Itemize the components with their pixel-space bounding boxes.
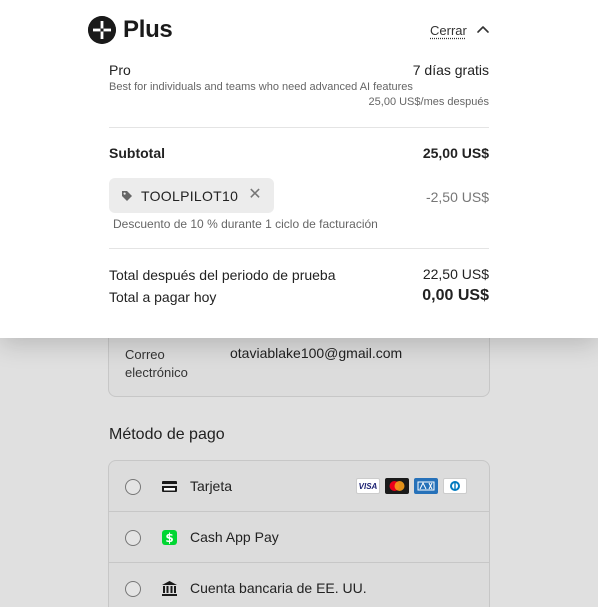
email-value: otaviablake100@gmail.com (230, 345, 403, 361)
plan-name: Pro (109, 62, 131, 78)
tag-icon (122, 190, 132, 201)
cash-app-radio[interactable] (125, 530, 141, 546)
after-trial-value: 22,50 US$ (422, 266, 489, 282)
payment-option-card[interactable]: Tarjeta VISA (109, 461, 489, 512)
bank-radio[interactable] (125, 581, 141, 597)
svg-text:$: $ (165, 531, 173, 545)
coupon-code: TOOLPILOT10 (141, 187, 239, 204)
subtotal-value: 25,00 US$ (422, 145, 489, 161)
due-today-label: Total a pagar hoy (109, 289, 217, 305)
email-label: Correo electrónico (125, 347, 188, 380)
divider (109, 127, 489, 128)
close-button[interactable]: Cerrar (430, 23, 467, 38)
order-summary-panel: Plus Cerrar Pro 7 días gratis Best for i… (0, 0, 598, 338)
mastercard-logo (385, 478, 409, 494)
due-today-value: 0,00 US$ (422, 287, 489, 304)
remove-coupon-icon[interactable]: ✕ (248, 187, 262, 203)
bank-icon (162, 581, 177, 596)
plan-price-after: 25,00 US$/mes después (368, 96, 489, 108)
payment-option-label: Cash App Pay (190, 529, 279, 545)
card-brands: VISA (356, 478, 467, 494)
discount-description: Descuento de 10 % durante 1 ciclo de fac… (113, 217, 378, 231)
plan-trial: 7 días gratis (412, 62, 489, 78)
payment-option-label: Cuenta bancaria de EE. UU. (190, 580, 367, 596)
payment-option-bank[interactable]: Cuenta bancaria de EE. UU. (109, 563, 489, 607)
amex-logo (414, 478, 438, 494)
cash-app-icon: $ (162, 530, 177, 545)
payment-method-title: Método de pago (109, 426, 225, 443)
card-radio[interactable] (125, 479, 141, 495)
after-trial-label: Total después del periodo de prueba (109, 267, 336, 283)
brand-name: Plus (123, 16, 173, 43)
divider (109, 248, 489, 249)
credit-card-icon (162, 481, 177, 492)
visa-logo: VISA (356, 478, 380, 494)
plan-description: Best for individuals and teams who need … (109, 81, 413, 93)
discount-value: -2,50 US$ (425, 189, 489, 205)
diners-club-logo (443, 478, 467, 494)
coupon-chip: TOOLPILOT10 ✕ (109, 178, 274, 213)
payment-method-list: Tarjeta VISA $ Cash App Pay Cuenta banca… (108, 460, 490, 607)
brand-logo: Plus (88, 16, 173, 44)
chevron-up-icon[interactable] (476, 23, 490, 37)
subtotal-label: Subtotal (109, 145, 165, 161)
payment-option-cash-app[interactable]: $ Cash App Pay (109, 512, 489, 563)
payment-option-label: Tarjeta (190, 478, 233, 494)
plus-logo-icon (88, 16, 116, 44)
